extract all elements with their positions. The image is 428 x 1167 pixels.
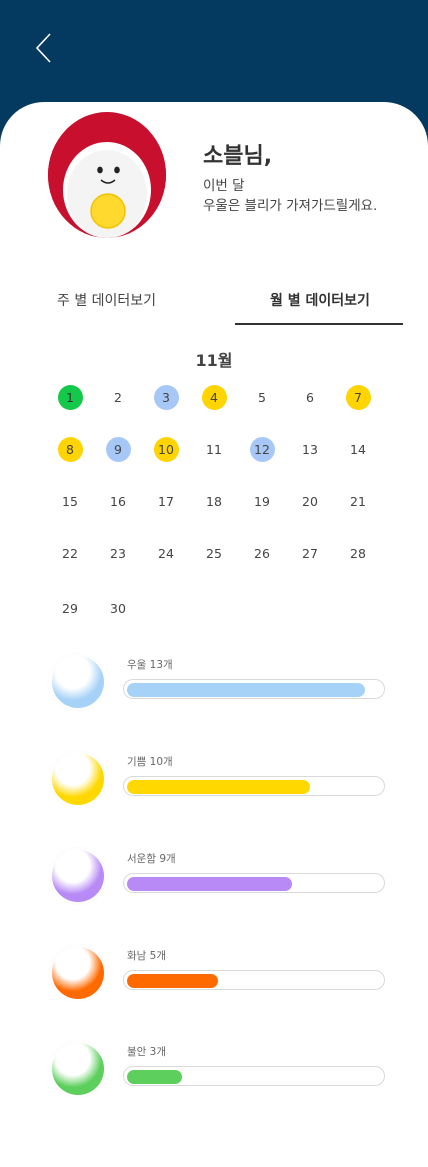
active-tab-indicator: [235, 323, 403, 325]
calendar-day[interactable]: 27: [298, 541, 323, 566]
calendar-day[interactable]: 24: [154, 541, 179, 566]
emotion-ball-icon: [52, 753, 104, 805]
user-name: 소블님,: [203, 144, 273, 169]
content-card: [0, 102, 428, 1167]
emotion-bar-track: [123, 873, 385, 893]
calendar-day[interactable]: 18: [202, 489, 227, 514]
chevron-left-icon: [35, 33, 51, 63]
back-button[interactable]: [30, 30, 60, 66]
calendar-day[interactable]: 15: [58, 489, 83, 514]
message-line-1: 이번 달: [203, 178, 245, 194]
emotion-bar-fill: [127, 683, 365, 697]
calendar-day[interactable]: 11: [202, 437, 227, 462]
calendar-day[interactable]: 26: [250, 541, 275, 566]
emotion-bar-fill: [127, 974, 218, 988]
tab-weekly-data[interactable]: 주 별 데이터보기: [57, 290, 156, 310]
calendar-day[interactable]: 3: [153, 384, 179, 410]
calendar-day[interactable]: 23: [106, 541, 131, 566]
calendar-month-title: 11월: [195, 351, 233, 370]
emotion-bar-track: [123, 1066, 385, 1086]
emotion-label: 기쁨 10개: [127, 756, 173, 768]
emotion-bar-track: [123, 776, 385, 796]
calendar-day[interactable]: 4: [201, 384, 227, 410]
tab-monthly-data[interactable]: 월 별 데이터보기: [270, 290, 370, 310]
calendar-day[interactable]: 1: [57, 384, 83, 410]
calendar-day[interactable]: 8: [57, 436, 83, 462]
emotion-bar-track: [123, 970, 385, 990]
calendar-day[interactable]: 7: [345, 384, 371, 410]
emotion-ball-icon: [52, 1043, 104, 1095]
calendar-day[interactable]: 13: [298, 437, 323, 462]
emotion-label: 우울 13개: [127, 659, 173, 671]
calendar-day[interactable]: 29: [58, 596, 83, 621]
calendar-day[interactable]: 9: [105, 436, 131, 462]
calendar-day[interactable]: 2: [106, 385, 131, 410]
calendar-day[interactable]: 17: [154, 489, 179, 514]
emotion-label: 화남 5개: [127, 950, 166, 962]
message-line-2: 우울은 블리가 가져가드릴게요.: [203, 198, 378, 214]
calendar-day[interactable]: 19: [250, 489, 275, 514]
emotion-label: 불안 3개: [127, 1046, 166, 1058]
emotion-ball-icon: [52, 656, 104, 708]
emotion-bar-fill: [127, 780, 310, 794]
calendar-day[interactable]: 22: [58, 541, 83, 566]
calendar-day[interactable]: 5: [250, 385, 275, 410]
calendar-day[interactable]: 28: [346, 541, 371, 566]
calendar-day[interactable]: 30: [106, 596, 131, 621]
emotion-bar-fill: [127, 1070, 182, 1084]
calendar-day[interactable]: 16: [106, 489, 131, 514]
calendar-day[interactable]: 25: [202, 541, 227, 566]
emotion-ball-icon: [52, 947, 104, 999]
mascot-illustration: [48, 115, 166, 238]
avatar: [48, 112, 166, 238]
calendar-day[interactable]: 14: [346, 437, 371, 462]
emotion-label: 서운함 9개: [127, 853, 176, 865]
calendar-day[interactable]: 21: [346, 489, 371, 514]
calendar-day[interactable]: 6: [298, 385, 323, 410]
calendar-day[interactable]: 20: [298, 489, 323, 514]
emotion-bar-track: [123, 679, 385, 699]
emotion-bar-fill: [127, 877, 292, 891]
calendar-day[interactable]: 10: [153, 436, 179, 462]
emotion-ball-icon: [52, 850, 104, 902]
calendar-day[interactable]: 12: [249, 436, 275, 462]
